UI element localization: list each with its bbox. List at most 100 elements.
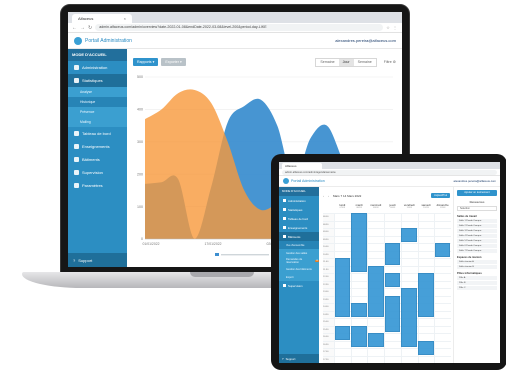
resource-item[interactable]: Pôle B xyxy=(457,281,497,285)
time-slot[interactable] xyxy=(417,259,435,266)
tablet-subitem-gestion-salles[interactable]: Gestion des salles xyxy=(279,249,319,257)
tablet-support-link[interactable]: ? Support xyxy=(279,354,319,363)
time-slot[interactable] xyxy=(384,341,401,348)
tablet-sidebar-item-administration[interactable]: Administration xyxy=(279,196,319,205)
time-slot[interactable] xyxy=(417,214,435,221)
time-slot[interactable] xyxy=(434,229,451,236)
tablet-sidebar-item-statistiques[interactable]: Statistiques xyxy=(279,205,319,214)
resource-select[interactable]: Sélection xyxy=(457,206,497,211)
time-slot[interactable] xyxy=(384,334,401,341)
today-button[interactable]: Aujourd'hui xyxy=(431,193,450,198)
calendar-event[interactable] xyxy=(367,333,384,347)
reload-icon[interactable]: ↻ xyxy=(88,23,92,33)
time-slot[interactable] xyxy=(350,349,368,356)
time-slot[interactable] xyxy=(434,274,451,281)
sidebar-item-administration[interactable]: Administration xyxy=(68,61,127,74)
calendar-event[interactable] xyxy=(334,325,351,340)
sidebar-item-parametres[interactable]: Paramètres xyxy=(68,179,127,192)
support-link[interactable]: ? Support xyxy=(68,253,127,267)
tablet-sidebar-item-supervision[interactable]: Supervision xyxy=(279,281,319,290)
time-slot[interactable] xyxy=(334,229,351,236)
time-slot[interactable] xyxy=(417,236,435,243)
time-slot[interactable] xyxy=(367,229,384,236)
time-slot[interactable] xyxy=(434,349,451,356)
sidebar-item-batiments[interactable]: Bâtiments xyxy=(68,153,127,166)
browser-menu-icon[interactable]: ☆ ⋮ xyxy=(386,25,398,30)
resource-item[interactable]: Pôle A xyxy=(457,276,497,280)
period-option-active[interactable]: Jour xyxy=(338,58,354,66)
time-slot[interactable] xyxy=(334,236,351,243)
time-slot[interactable] xyxy=(334,244,351,251)
calendar-event[interactable] xyxy=(434,243,451,257)
time-slot[interactable] xyxy=(434,304,451,311)
time-slot[interactable] xyxy=(400,259,418,266)
sidebar-item-statistiques[interactable]: Statistiques xyxy=(68,74,127,87)
sidebar-subitem-presence[interactable]: Présence xyxy=(68,107,127,117)
time-slot[interactable] xyxy=(434,259,451,266)
time-slot[interactable] xyxy=(334,221,351,228)
time-slot[interactable] xyxy=(434,311,451,318)
sidebar-item-enseignements[interactable]: Enseignements xyxy=(68,140,127,153)
time-slot[interactable] xyxy=(400,274,418,281)
time-slot[interactable] xyxy=(434,281,451,288)
calendar-event[interactable] xyxy=(418,273,434,317)
resource-item[interactable]: Salle 6 Panda Campus xyxy=(457,244,497,248)
tablet-sidebar-item-enseignements[interactable]: Enseignements xyxy=(279,223,319,232)
resource-item[interactable]: Salle 7 Panda Campus xyxy=(457,249,497,253)
time-slot[interactable] xyxy=(417,229,435,236)
calendar-event[interactable] xyxy=(367,265,384,317)
resource-item[interactable]: Salle 3 Panda Campus xyxy=(457,229,497,233)
time-slot[interactable] xyxy=(400,266,418,273)
time-slot[interactable] xyxy=(350,281,368,288)
calendar-event[interactable] xyxy=(384,295,401,332)
time-slot[interactable] xyxy=(417,221,435,228)
tablet-sidebar-item-tableau-de-bord[interactable]: Tableau de bord xyxy=(279,214,319,223)
time-slot[interactable] xyxy=(334,341,351,348)
resource-item[interactable]: Salle 4 Panda Campus xyxy=(457,234,497,238)
user-menu[interactable]: alexandres.pereira@alfaceus.com xyxy=(335,38,396,43)
time-slot[interactable] xyxy=(400,214,418,221)
filter-button[interactable]: Filtre ⚙ xyxy=(384,60,396,64)
address-bar[interactable]: admin.alfaceus.com/admin/overview?date-2… xyxy=(95,24,384,31)
close-icon[interactable]: × xyxy=(124,14,126,23)
resource-item[interactable]: Salle 2 Panda Campus xyxy=(457,224,497,228)
prev-week-icon[interactable]: ‹ xyxy=(323,194,324,198)
calendar-event[interactable] xyxy=(334,258,351,317)
time-slot[interactable] xyxy=(400,349,418,356)
time-slot[interactable] xyxy=(434,326,451,333)
calendar-event[interactable] xyxy=(384,273,401,287)
time-slot[interactable] xyxy=(367,236,384,243)
time-slot[interactable] xyxy=(417,251,435,258)
time-slot[interactable] xyxy=(434,319,451,326)
resource-item[interactable]: Pôle C xyxy=(457,286,497,290)
time-slot[interactable] xyxy=(367,221,384,228)
time-slot[interactable] xyxy=(434,341,451,348)
tablet-address-bar[interactable]: admin.alfaceus.com/admin/agenda/semaine xyxy=(282,169,497,175)
time-slot[interactable] xyxy=(334,349,351,356)
sidebar-item-tableau-de-bord[interactable]: Tableau de bord xyxy=(68,127,127,140)
time-slot[interactable] xyxy=(434,221,451,228)
time-slot[interactable] xyxy=(367,349,384,356)
back-icon[interactable]: ← xyxy=(72,23,77,33)
resource-item[interactable]: Salle 5 Panda Campus xyxy=(457,239,497,243)
time-slot[interactable] xyxy=(350,289,368,296)
time-slot[interactable] xyxy=(367,319,384,326)
rapports-button[interactable]: Rapports ▾ xyxy=(133,58,159,66)
period-option[interactable]: Semaine xyxy=(316,59,338,66)
time-slot[interactable] xyxy=(384,229,401,236)
sidebar-subitem-analyse[interactable]: Analyse xyxy=(68,87,127,97)
time-slot[interactable] xyxy=(367,244,384,251)
tablet-user-menu[interactable]: alexandres.pereira@alfaceus.com xyxy=(454,179,496,183)
tablet-subitem-gestion-batiments[interactable]: Gestion des bâtiments xyxy=(279,265,319,273)
time-slot[interactable] xyxy=(434,356,451,363)
time-slot[interactable] xyxy=(434,334,451,341)
calendar-event[interactable] xyxy=(351,303,367,317)
time-slot[interactable] xyxy=(417,326,435,333)
calendar-event[interactable] xyxy=(401,288,418,347)
time-slot[interactable] xyxy=(367,251,384,258)
calendar-event[interactable] xyxy=(418,340,434,355)
sidebar-item-supervision[interactable]: Supervision xyxy=(68,166,127,179)
time-slot[interactable] xyxy=(350,274,368,281)
period-option[interactable]: Semaine xyxy=(354,59,376,66)
tablet-browser-tab[interactable]: Alfaceus xyxy=(282,163,322,169)
